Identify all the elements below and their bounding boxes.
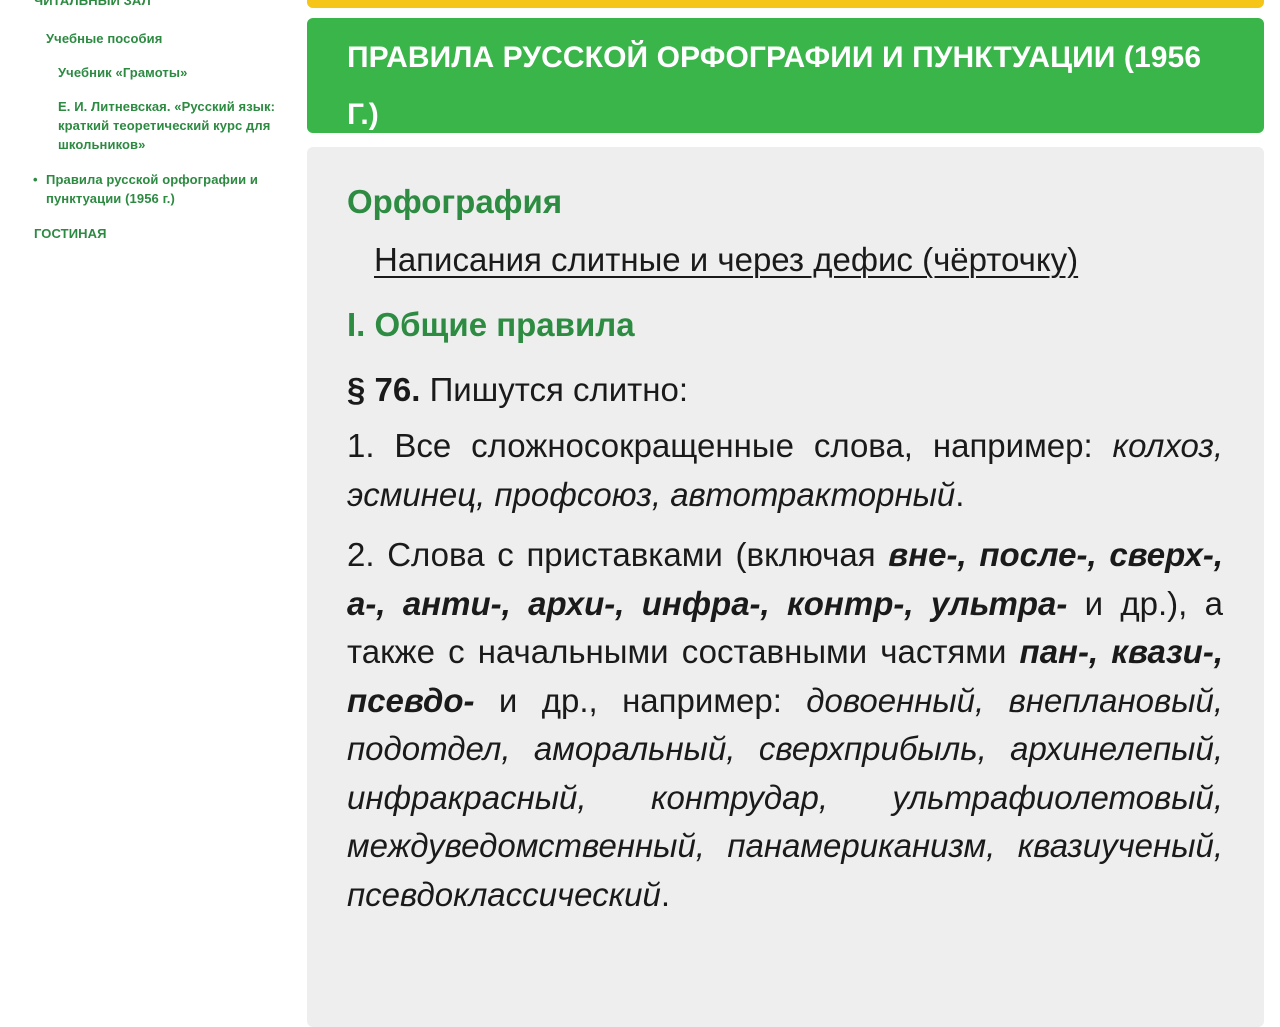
paragraph-text: Пишутся слитно: (420, 371, 689, 408)
sidebar-item-gramota-textbook[interactable]: Учебник «Грамоты» (58, 63, 187, 82)
paragraph-heading: § 76. Пишутся слитно: (347, 357, 1223, 422)
paragraph-number: § 76. (347, 371, 421, 408)
sidebar-nav: Читальный зал Учебные пособия Учебник «Г… (0, 0, 300, 1000)
rule-item-1-end: . (955, 475, 965, 513)
rule-item-2: 2. Слова с приставками (включая вне-, по… (347, 531, 1223, 919)
rule-heading: I. Общие правила (347, 306, 635, 343)
active-item-bullet-icon: • (33, 172, 38, 187)
content-card: Орфография Написания слитные и через деф… (307, 147, 1264, 1027)
rule-item-2-lead: 2. Слова с приставками (включая (347, 536, 889, 573)
sidebar-item-litnevskaya-course[interactable]: Е. И. Литневская. «Русский язык: краткий… (58, 97, 294, 154)
sidebar-section-reading-room[interactable]: Читальный зал (34, 0, 151, 10)
top-accent-bar (307, 0, 1264, 8)
section-title: Орфография (347, 183, 563, 220)
sidebar-item-textbooks[interactable]: Учебные пособия (46, 29, 162, 48)
page-header: Правила русской орфографии и пунктуации … (307, 18, 1264, 133)
sidebar-item-rules-1956[interactable]: Правила русской орфографии и пунктуации … (46, 170, 276, 208)
sidebar-section-lounge[interactable]: Гостиная (34, 224, 107, 243)
rule-item-1-lead: 1. Все сложносокращенные слова, например… (347, 427, 1113, 464)
subtitle-link[interactable]: Написания слитные и через дефис (чёрточк… (374, 227, 1223, 292)
rule-item-1: 1. Все сложносокращенные слова, например… (347, 422, 1223, 519)
page-title: Правила русской орфографии и пунктуации … (347, 41, 1202, 131)
rule-item-2-middle2: и др., например: (474, 681, 807, 719)
rule-item-2-end: . (660, 875, 671, 913)
